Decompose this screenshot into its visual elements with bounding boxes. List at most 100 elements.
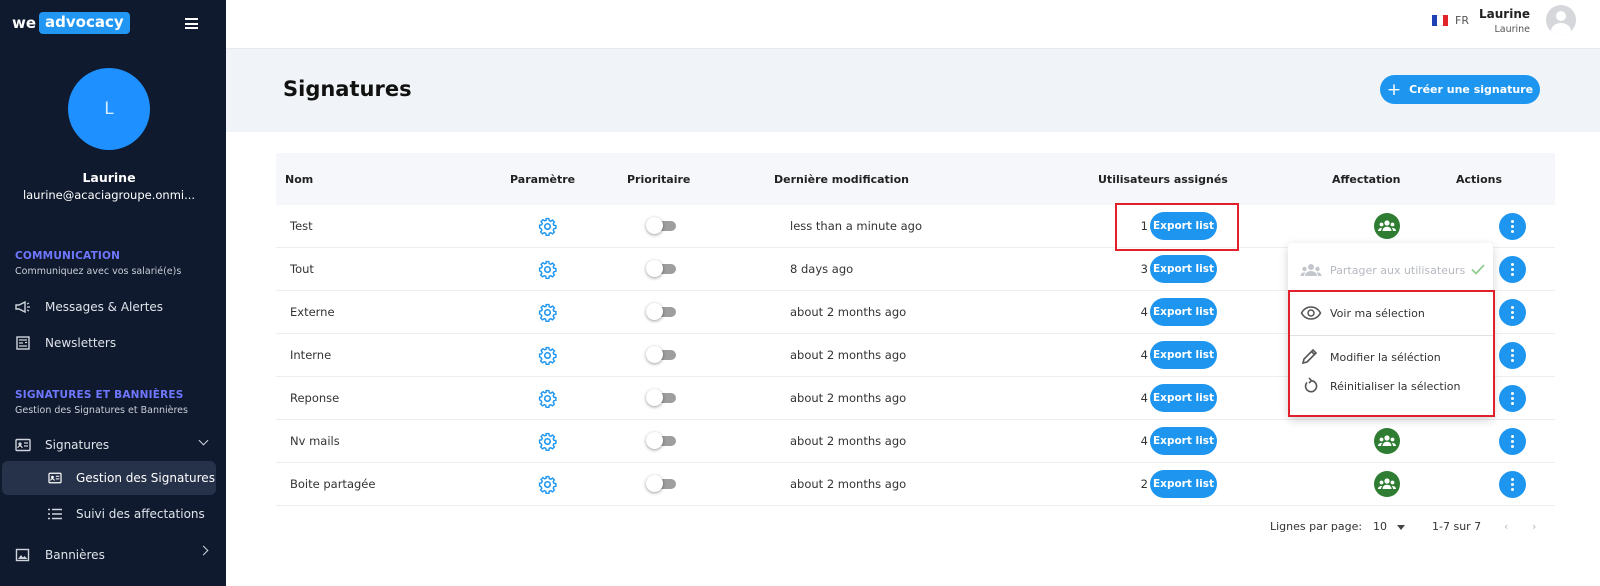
- priority-toggle[interactable]: [646, 475, 677, 492]
- table-row: Boite partagée about 2 months ago 2 Export …: [276, 463, 1555, 506]
- sidebar-item-gestion-signatures[interactable]: Gestion des Signatures: [2, 461, 216, 495]
- chevron-down-icon[interactable]: [198, 435, 209, 446]
- avatar: L: [68, 68, 150, 150]
- sidebar-item-signatures[interactable]: Signatures: [15, 435, 109, 455]
- rows-per-page-label: Lignes par page:: [1270, 520, 1363, 533]
- export-list-button[interactable]: Export list: [1150, 255, 1217, 283]
- flag-fr-icon[interactable]: [1432, 15, 1448, 26]
- priority-toggle[interactable]: [646, 260, 677, 277]
- priority-toggle[interactable]: [646, 432, 677, 449]
- more-actions-icon[interactable]: [1499, 428, 1526, 455]
- gear-icon[interactable]: [538, 389, 557, 409]
- export-list-button[interactable]: Export list: [1150, 427, 1217, 455]
- section-title-signatures: SIGNATURES ET BANNIÈRES: [15, 389, 184, 401]
- signature-name: Nv mails: [290, 434, 340, 448]
- menu-item-share[interactable]: Partager aux utilisateurs: [1288, 257, 1493, 283]
- gear-icon[interactable]: [538, 346, 557, 366]
- export-list-button[interactable]: Export list: [1150, 470, 1217, 498]
- chevron-right-icon[interactable]: [198, 545, 209, 556]
- gear-icon[interactable]: [538, 217, 557, 237]
- sidebar-item-newsletters[interactable]: Newsletters: [15, 333, 116, 353]
- app-logo[interactable]: we advocacy: [12, 12, 130, 34]
- more-actions-icon[interactable]: [1499, 385, 1526, 412]
- sidebar-item-label: Bannières: [45, 548, 105, 562]
- user-avatar-icon[interactable]: [1546, 5, 1576, 35]
- sidebar-item-bannieres[interactable]: Bannières: [15, 545, 105, 565]
- gear-icon[interactable]: [538, 303, 557, 323]
- menu-item-label: Partager aux utilisateurs: [1330, 263, 1466, 277]
- assigned-count: 3: [1140, 262, 1148, 276]
- sidebar-item-label: Suivi des affectations: [76, 507, 205, 521]
- topbar-user-sub: Laurine: [1494, 24, 1530, 35]
- last-modified: about 2 months ago: [790, 434, 907, 448]
- signature-name: Reponse: [290, 391, 340, 405]
- chevron-right-icon[interactable]: ›: [1532, 520, 1536, 533]
- last-modified: about 2 months ago: [790, 477, 907, 491]
- more-actions-icon[interactable]: [1499, 471, 1526, 498]
- image-icon: [15, 548, 31, 562]
- export-list-button[interactable]: Export list: [1150, 384, 1217, 412]
- assigned-count: 4: [1140, 391, 1148, 405]
- assigned-count: 4: [1140, 305, 1148, 319]
- rows-per-page-select[interactable]: 10: [1373, 520, 1405, 533]
- topbar: FR Laurine Laurine: [226, 0, 1600, 49]
- signature-name: Interne: [290, 348, 332, 362]
- list-icon: [48, 508, 62, 520]
- more-actions-icon[interactable]: [1499, 256, 1526, 283]
- sidebar-user-name: Laurine: [82, 170, 136, 185]
- sidebar-item-label: Signatures: [45, 438, 110, 452]
- section-title-communication: COMMUNICATION: [15, 250, 121, 262]
- gear-icon[interactable]: [538, 432, 557, 452]
- page-header: Signatures + Créer une signature: [226, 49, 1600, 132]
- header-prioritaire: Prioritaire: [627, 173, 691, 186]
- topbar-user[interactable]: Laurine Laurine: [1479, 7, 1530, 35]
- table-header: Nom Paramètre Prioritaire Dernière modif…: [276, 153, 1555, 205]
- section-subtitle-signatures: Gestion des Signatures et Bannières: [15, 405, 188, 416]
- caret-down-icon: [1396, 524, 1405, 530]
- sidebar-item-label: Gestion des Signatures: [76, 471, 215, 485]
- chevron-left-icon[interactable]: ‹: [1504, 520, 1508, 533]
- group-assign-icon[interactable]: [1374, 213, 1400, 239]
- create-signature-button[interactable]: + Créer une signature: [1380, 75, 1540, 104]
- last-modified: about 2 months ago: [790, 305, 907, 319]
- header-actions: Actions: [1456, 173, 1502, 186]
- header-modification: Dernière modification: [774, 173, 909, 186]
- export-list-button[interactable]: Export list: [1150, 341, 1217, 369]
- header-nom[interactable]: Nom: [285, 173, 313, 186]
- export-list-button[interactable]: Export list: [1150, 298, 1217, 326]
- highlight-box-users: [1115, 203, 1239, 251]
- priority-toggle[interactable]: [646, 346, 677, 363]
- group-assign-icon[interactable]: [1374, 428, 1400, 454]
- highlight-box-menu: [1288, 290, 1495, 417]
- gear-icon[interactable]: [538, 475, 557, 495]
- sidebar-item-messages[interactable]: Messages & Alertes: [15, 297, 163, 317]
- sidebar-user-email: laurine@acaciagroupe.onmi...: [22, 188, 196, 202]
- signature-name: Boite partagée: [290, 477, 376, 491]
- plus-icon: +: [1386, 79, 1402, 100]
- last-modified: 8 days ago: [790, 262, 854, 276]
- section-subtitle-communication: Communiquez avec vos salarié(e)s: [15, 266, 182, 277]
- header-parametre: Paramètre: [510, 173, 576, 186]
- language-selector[interactable]: FR: [1455, 14, 1469, 27]
- assigned-count: 4: [1140, 434, 1148, 448]
- group-assign-icon[interactable]: [1374, 471, 1400, 497]
- priority-toggle[interactable]: [646, 217, 677, 234]
- megaphone-icon: [15, 300, 31, 314]
- newspaper-icon: [15, 336, 31, 350]
- logo-we: we: [12, 14, 37, 32]
- priority-toggle[interactable]: [646, 389, 677, 406]
- sidebar-item-label: Newsletters: [45, 336, 117, 350]
- header-utilisateurs: Utilisateurs assignés: [1098, 173, 1228, 186]
- logo-advocacy: advocacy: [39, 12, 130, 34]
- more-actions-icon[interactable]: [1499, 213, 1526, 240]
- signature-name: Tout: [290, 262, 314, 276]
- priority-toggle[interactable]: [646, 303, 677, 320]
- sidebar-item-label: Messages & Alertes: [45, 300, 164, 314]
- header-affectation: Affectation: [1332, 173, 1401, 186]
- more-actions-icon[interactable]: [1499, 342, 1526, 369]
- more-actions-icon[interactable]: [1499, 299, 1526, 326]
- menu-toggle-icon[interactable]: [185, 18, 198, 29]
- rows-per-page-value: 10: [1373, 520, 1387, 533]
- sidebar-item-suivi-affectations[interactable]: Suivi des affectations: [2, 497, 216, 531]
- gear-icon[interactable]: [538, 260, 557, 280]
